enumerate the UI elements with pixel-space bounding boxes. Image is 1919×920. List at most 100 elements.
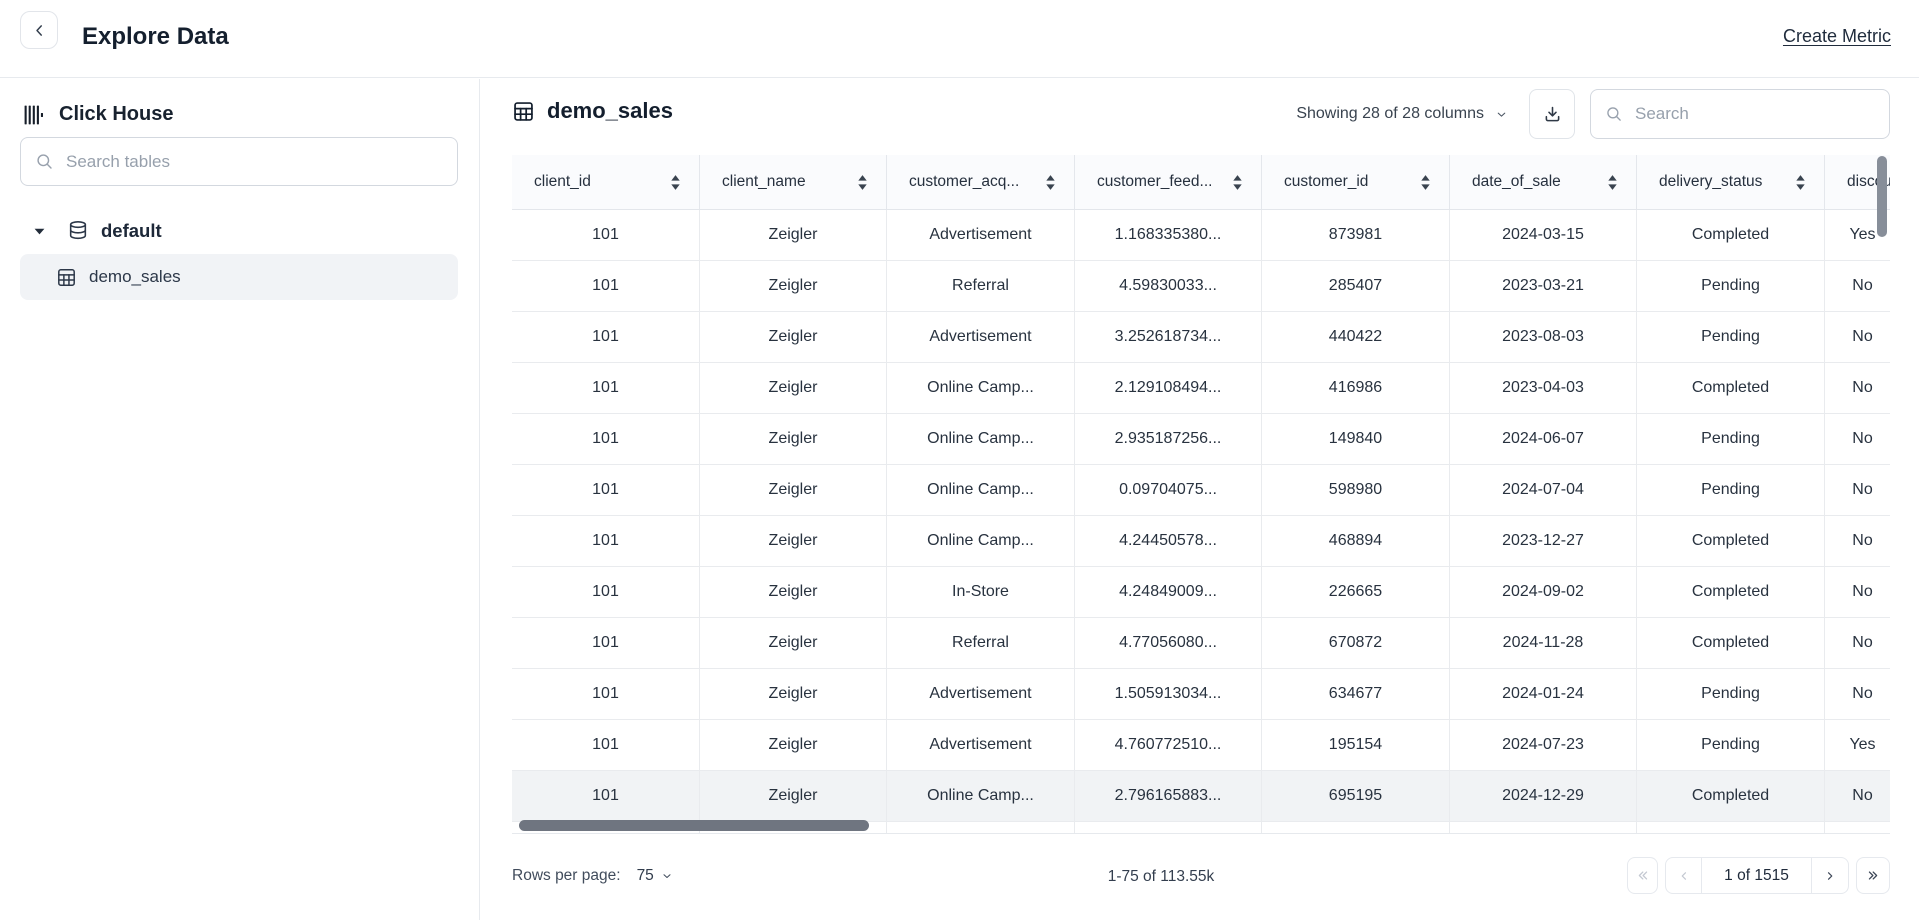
table-cell: 2024-11-28	[1450, 618, 1637, 668]
table-cell: 2024-07-23	[1450, 720, 1637, 770]
table-search-box[interactable]	[20, 137, 458, 186]
table-cell: No	[1825, 516, 1890, 566]
vertical-scrollbar-thumb[interactable]	[1877, 156, 1887, 237]
table-cell: No	[1825, 567, 1890, 617]
table-search-input[interactable]	[64, 151, 443, 173]
table-row[interactable]: 101ZeiglerOnline Camp...2.129108494...41…	[512, 363, 1890, 414]
table-row[interactable]: 101ZeiglerOnline Camp...4.24450578...468…	[512, 516, 1890, 567]
page-title: Explore Data	[82, 23, 229, 51]
back-button[interactable]	[20, 11, 58, 49]
table-row[interactable]: 101ZeiglerAdvertisement1.168335380...873…	[512, 210, 1890, 261]
column-header-date-of-sale[interactable]: date_of_sale	[1450, 155, 1637, 209]
table-cell: 101	[512, 312, 700, 362]
rows-per-page-dropdown[interactable]: 75	[637, 867, 673, 885]
table-row[interactable]: 101ZeiglerOnline Camp...2.935187256...14…	[512, 414, 1890, 465]
table-cell: 695195	[1262, 771, 1450, 821]
table-cell: 1.168335380...	[1075, 210, 1262, 260]
first-page-button[interactable]	[1627, 857, 1658, 894]
table-cell: 0.09704075...	[1075, 465, 1262, 515]
column-header-customer-acq[interactable]: customer_acq...	[887, 155, 1075, 209]
table-row[interactable]: 101ZeiglerOnline Camp...2.796165883...69…	[512, 771, 1890, 822]
caret-down-icon[interactable]	[34, 228, 45, 235]
next-page-button[interactable]	[1811, 858, 1848, 893]
columns-visibility-dropdown[interactable]: Showing 28 of 28 columns	[1296, 105, 1508, 123]
first-page-icon	[1635, 868, 1650, 883]
table-cell: Advertisement	[887, 669, 1075, 719]
table-cell: Zeigler	[700, 720, 887, 770]
table-cell: 101	[512, 210, 700, 260]
sort-icon[interactable]	[1607, 174, 1618, 191]
table-row[interactable]: 101ZeiglerOnline Camp...0.09704075...598…	[512, 465, 1890, 516]
grid-search-box[interactable]	[1590, 89, 1890, 139]
datasource-header: Click House	[24, 103, 173, 126]
table-row[interactable]: 101ZeiglerAdvertisement1.505913034...634…	[512, 669, 1890, 720]
table-row[interactable]: 101ZeiglerAdvertisement3.252618734...440…	[512, 312, 1890, 363]
table-cell: 2023-08-03	[1450, 312, 1637, 362]
table-cell	[1075, 822, 1262, 834]
grid-header-row: client_id client_name customer_acq... custo…	[512, 155, 1890, 210]
rows-per-page-label: Rows per page:	[512, 867, 621, 885]
table-cell: Completed	[1637, 618, 1825, 668]
next-page-icon	[1823, 869, 1837, 883]
table-cell: 101	[512, 567, 700, 617]
table-cell: Online Camp...	[887, 516, 1075, 566]
sort-icon[interactable]	[1420, 174, 1431, 191]
column-header-delivery-status[interactable]: delivery_status	[1637, 155, 1825, 209]
search-icon	[35, 152, 54, 171]
table-cell: Zeigler	[700, 465, 887, 515]
column-header-customer-id[interactable]: customer_id	[1262, 155, 1450, 209]
sidebar: Click House default	[0, 79, 480, 920]
download-button[interactable]	[1529, 89, 1575, 139]
table-cell: Advertisement	[887, 720, 1075, 770]
table-cell: 2.129108494...	[1075, 363, 1262, 413]
rows-per-page-value: 75	[637, 867, 654, 885]
sort-icon[interactable]	[670, 174, 681, 191]
explore-data-page: Explore Data Create Metric Click House	[0, 0, 1919, 920]
table-cell: Online Camp...	[887, 414, 1075, 464]
table-cell: 226665	[1262, 567, 1450, 617]
table-cell: 440422	[1262, 312, 1450, 362]
column-header-customer-feed[interactable]: customer_feed...	[1075, 155, 1262, 209]
column-header-client-id[interactable]: client_id	[512, 155, 700, 209]
table-cell: 2024-12-29	[1450, 771, 1637, 821]
sort-icon[interactable]	[1232, 174, 1243, 191]
column-label: customer_acq...	[909, 173, 1019, 191]
table-cell: Zeigler	[700, 363, 887, 413]
table-cell: 2.935187256...	[1075, 414, 1262, 464]
last-page-icon	[1866, 868, 1881, 883]
table-cell: Completed	[1637, 210, 1825, 260]
horizontal-scrollbar-thumb[interactable]	[519, 820, 869, 831]
table-cell: Pending	[1637, 720, 1825, 770]
sort-icon[interactable]	[1795, 174, 1806, 191]
column-header-client-name[interactable]: client_name	[700, 155, 887, 209]
database-tree-item[interactable]: default	[0, 210, 480, 252]
table-cell: Zeigler	[700, 618, 887, 668]
table-row[interactable]: 101ZeiglerReferral4.59830033...285407202…	[512, 261, 1890, 312]
table-row[interactable]: 101ZeiglerIn-Store4.24849009...226665202…	[512, 567, 1890, 618]
table-row[interactable]: 101ZeiglerReferral4.77056080...670872202…	[512, 618, 1890, 669]
grid-search-input[interactable]	[1633, 103, 1875, 125]
table-cell: Pending	[1637, 414, 1825, 464]
table-cell: 4.59830033...	[1075, 261, 1262, 311]
column-label: client_id	[534, 173, 591, 191]
table-cell: Zeigler	[700, 312, 887, 362]
row-range-label: 1-75 of 113.55k	[1108, 868, 1215, 886]
table-cell: No	[1825, 669, 1890, 719]
table-cell: No	[1825, 465, 1890, 515]
table-cell: Pending	[1637, 465, 1825, 515]
download-icon	[1542, 104, 1563, 125]
table-cell: 2024-03-15	[1450, 210, 1637, 260]
sort-icon[interactable]	[857, 174, 868, 191]
last-page-button[interactable]	[1856, 857, 1890, 894]
create-metric-link[interactable]: Create Metric	[1783, 26, 1891, 47]
datasource-name: Click House	[59, 103, 173, 126]
table-cell: 670872	[1262, 618, 1450, 668]
prev-page-button[interactable]	[1666, 858, 1702, 893]
sort-icon[interactable]	[1045, 174, 1056, 191]
top-header: Explore Data Create Metric	[0, 0, 1919, 78]
table-row[interactable]: 101ZeiglerAdvertisement4.760772510...195…	[512, 720, 1890, 771]
table-cell: 2023-04-03	[1450, 363, 1637, 413]
table-cell	[887, 822, 1075, 834]
prev-page-icon	[1677, 869, 1691, 883]
sidebar-item-demo-sales[interactable]: demo_sales	[20, 254, 458, 300]
